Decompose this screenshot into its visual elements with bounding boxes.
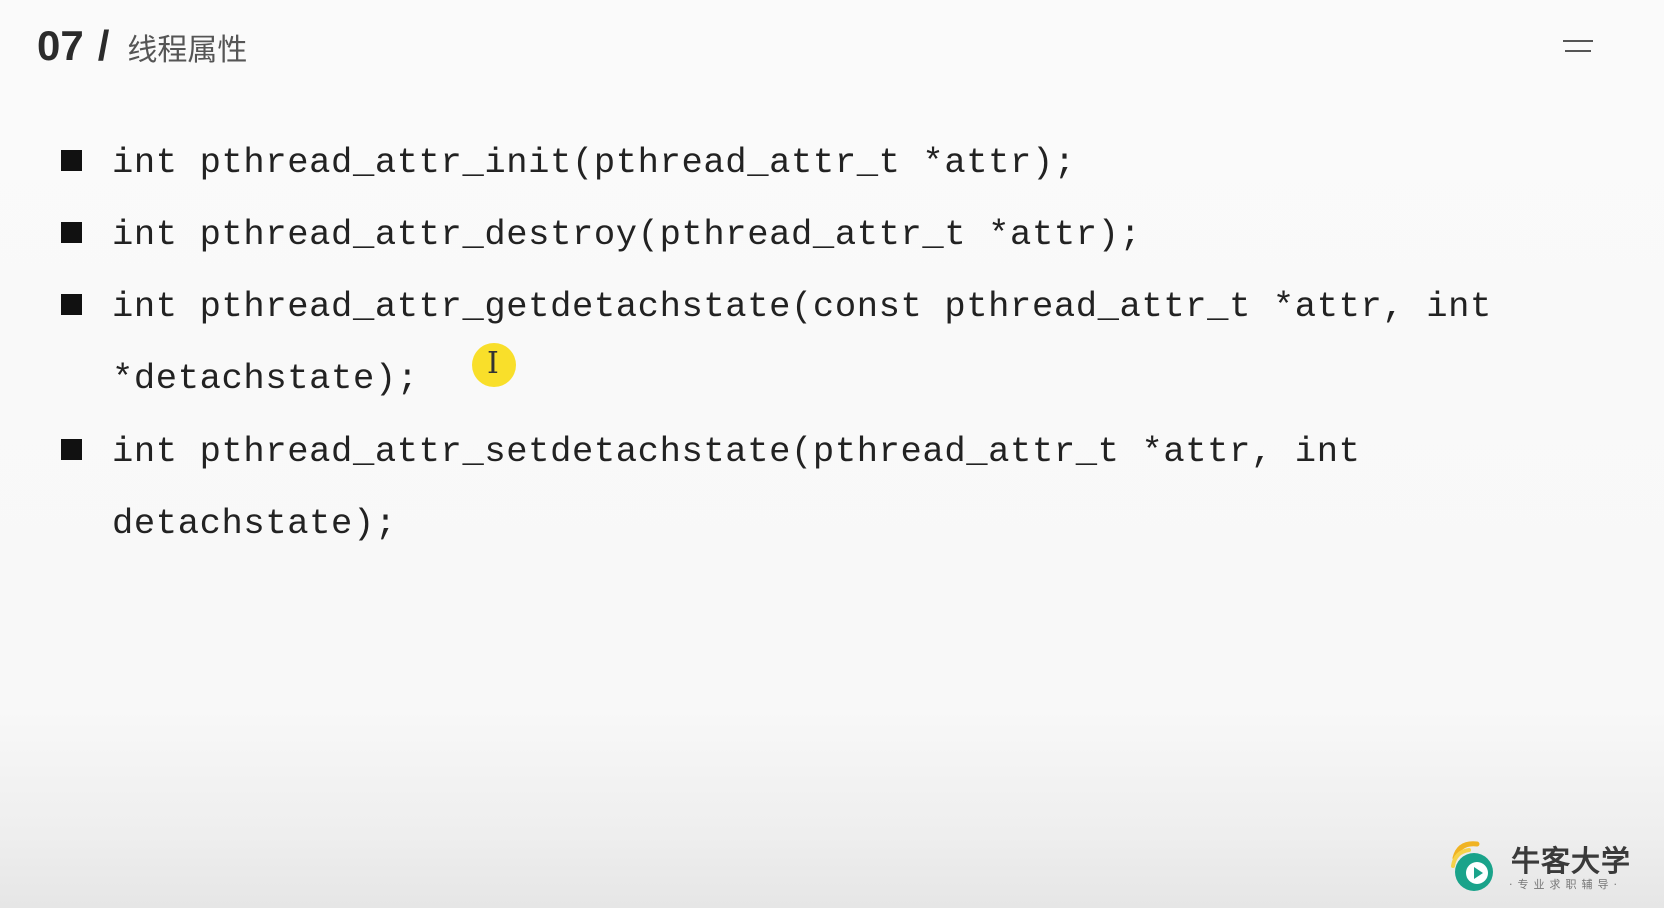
text-cursor-icon: I — [487, 346, 499, 381]
slide-header: 07 / 线程属性 — [37, 22, 247, 72]
square-bullet-icon — [61, 294, 82, 315]
square-bullet-icon — [61, 439, 82, 460]
menu-icon[interactable] — [1563, 37, 1593, 55]
logo-tagline: ·专业求职辅导· — [1509, 878, 1622, 891]
code-line-continuation: detachstate); — [112, 503, 397, 544]
section-title: 线程属性 — [127, 33, 248, 68]
niuke-logo: 牛客大学 ·专业求职辅导· — [1445, 836, 1635, 896]
niuke-logo-icon — [1451, 841, 1493, 891]
menu-icon-bar-top — [1563, 40, 1593, 42]
section-separator: / — [97, 22, 110, 69]
code-line: int pthread_attr_getdetachstate(const pt… — [112, 286, 1492, 327]
code-line: int pthread_attr_destroy(pthread_attr_t … — [112, 214, 1142, 255]
slide: 07 / 线程属性 int pthread_attr_init(pthread_… — [0, 0, 1664, 908]
code-line-continuation: *detachstate); — [112, 358, 419, 399]
code-line: int pthread_attr_init(pthread_attr_t *at… — [112, 142, 1076, 183]
logo-name: 牛客大学 — [1511, 844, 1632, 878]
code-line: int pthread_attr_setdetachstate(pthread_… — [112, 431, 1361, 472]
menu-icon-bar-bottom — [1565, 50, 1591, 52]
square-bullet-icon — [61, 150, 82, 171]
square-bullet-icon — [61, 222, 82, 243]
section-number: 07 — [37, 22, 84, 69]
